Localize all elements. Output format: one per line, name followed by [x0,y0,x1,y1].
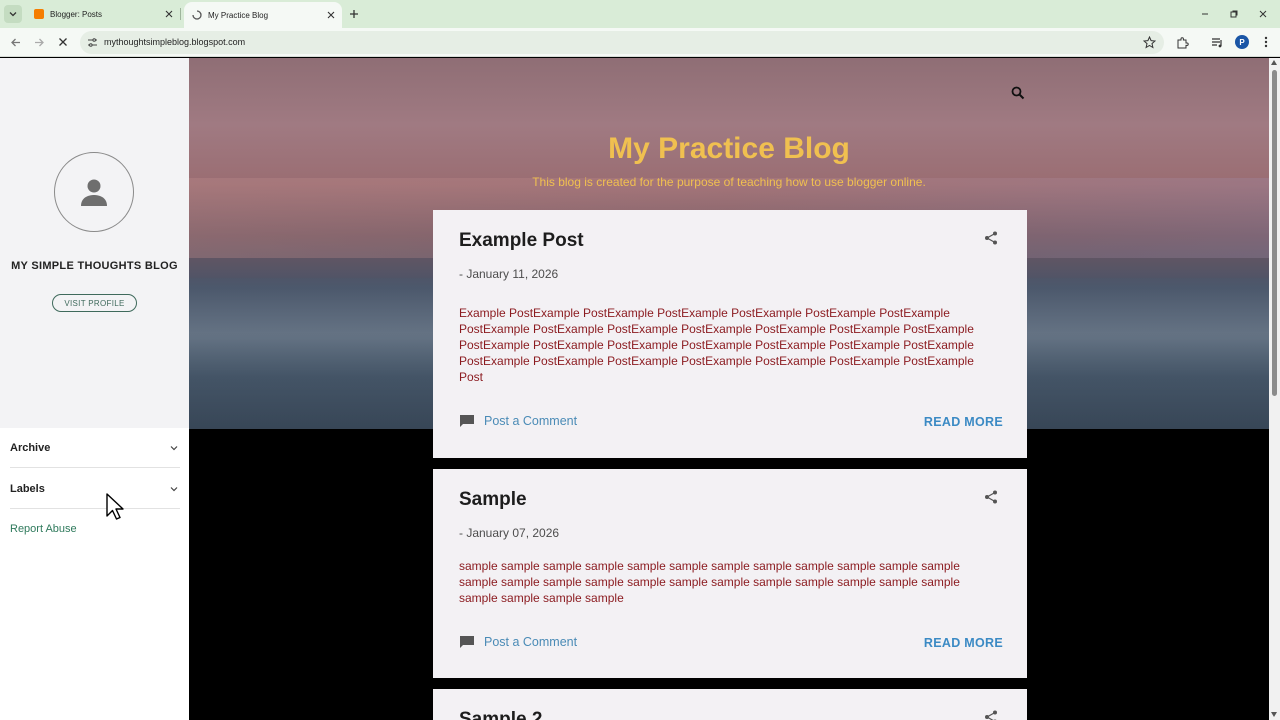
tab-blogger-posts[interactable]: Blogger: Posts [26,0,180,28]
post-title[interactable]: Sample 2 [459,709,542,720]
post-title[interactable]: Sample [459,489,527,511]
close-icon [165,10,173,18]
mouse-cursor-icon [106,493,124,520]
stop-loading-button[interactable] [54,33,72,51]
tab-search-button[interactable] [4,5,22,23]
post-snippet: Example PostExample PostExample PostExam… [459,306,974,384]
profile-avatar[interactable] [54,152,134,232]
search-icon[interactable] [1011,86,1025,100]
loading-spinner-icon [192,10,202,20]
more-vert-icon [1264,36,1268,48]
post-date[interactable]: - January 07, 2026 [459,526,559,540]
post-date[interactable]: - January 11, 2026 [459,267,558,281]
blog-main: My Practice Blog This blog is created fo… [189,58,1269,720]
url-text: mythoughtsimpleblog.blogspot.com [104,37,246,47]
profile-avatar-button[interactable]: P [1235,35,1249,49]
share-icon[interactable] [984,490,998,504]
tab-my-practice-blog[interactable]: My Practice Blog [184,2,342,28]
comment-label: Post a Comment [484,635,578,649]
close-icon [59,38,67,46]
address-bar[interactable]: mythoughtsimpleblog.blogspot.com [80,31,1164,54]
comment-icon [460,636,474,648]
post-card: Sample 2 [433,689,1027,720]
blog-description: This blog is created for the purpose of … [532,175,926,189]
sidebar-item-label: Labels [10,482,45,495]
close-window-button[interactable] [1254,5,1272,23]
read-more-link[interactable]: READ MORE [924,415,1003,429]
browser-tab-strip: Blogger: Posts My Practice Blog [0,0,1280,28]
close-tab-button[interactable] [324,8,338,22]
forward-button[interactable] [30,33,48,51]
chevron-down-icon [168,442,180,454]
post-snippet: sample sample sample sample sample sampl… [459,559,960,605]
close-icon [327,11,335,19]
restore-icon [1230,10,1238,18]
new-tab-button[interactable] [346,6,362,22]
bookmark-star-icon[interactable] [1143,36,1156,49]
minimize-icon [1202,13,1208,15]
back-arrow-icon [10,38,20,46]
browser-toolbar: mythoughtsimpleblog.blogspot.com P [0,28,1280,57]
sidebar-item-archive[interactable]: Archive [10,428,180,468]
close-icon [1259,10,1267,18]
back-button[interactable] [6,33,24,51]
plus-icon [350,10,358,18]
blogger-favicon-icon [34,9,44,19]
post-card: Example Post - January 11, 2026 Example … [433,210,1027,458]
scrollbar-thumb[interactable] [1272,70,1277,396]
forward-arrow-icon [34,38,44,46]
minimize-button[interactable] [1196,5,1214,23]
chevron-down-icon [168,483,180,495]
comment-label: Post a Comment [484,414,578,428]
sidebar-item-label: Archive [10,441,51,454]
restore-button[interactable] [1225,5,1243,23]
post-footer: Post a Comment READ MORE [459,635,1003,653]
playlist-icon [1211,37,1222,47]
blog-owner-name: MY SIMPLE THOUGHTS BLOG [11,260,178,272]
tab-title: Blogger: Posts [50,9,103,19]
person-icon [81,179,107,206]
report-abuse-link[interactable]: Report Abuse [10,523,77,535]
sidebar-item-labels[interactable]: Labels [10,469,180,509]
post-title[interactable]: Example Post [459,230,584,252]
page-scrollbar[interactable] [1269,58,1280,720]
tab-divider [180,8,181,20]
site-settings-icon[interactable] [86,36,99,49]
close-tab-button[interactable] [162,7,176,21]
puzzle-icon [1177,36,1189,48]
visit-profile-button[interactable]: VISIT PROFILE [52,294,137,312]
chevron-down-icon [9,12,17,17]
tab-title: My Practice Blog [208,10,269,20]
post-a-comment-link[interactable]: Post a Comment [459,635,577,649]
post-card: Sample - January 07, 2026 sample sample … [433,469,1027,678]
profile-panel: MY SIMPLE THOUGHTS BLOG VISIT PROFILE [0,58,189,428]
post-a-comment-link[interactable]: Post a Comment [459,414,577,428]
scroll-up-arrow-icon[interactable] [1271,60,1277,65]
comment-icon [460,415,474,427]
read-more-link[interactable]: READ MORE [924,636,1003,650]
extensions-button[interactable] [1174,34,1190,50]
post-footer: Post a Comment READ MORE [459,414,1003,432]
browser-menu-button[interactable] [1258,34,1274,50]
scroll-down-arrow-icon[interactable] [1271,712,1277,717]
blog-title[interactable]: My Practice Blog [189,132,1269,166]
share-icon[interactable] [984,231,998,245]
media-controls-button[interactable] [1209,34,1225,50]
share-icon[interactable] [984,710,998,720]
blog-sidebar: MY SIMPLE THOUGHTS BLOG VISIT PROFILE Ar… [0,58,189,720]
